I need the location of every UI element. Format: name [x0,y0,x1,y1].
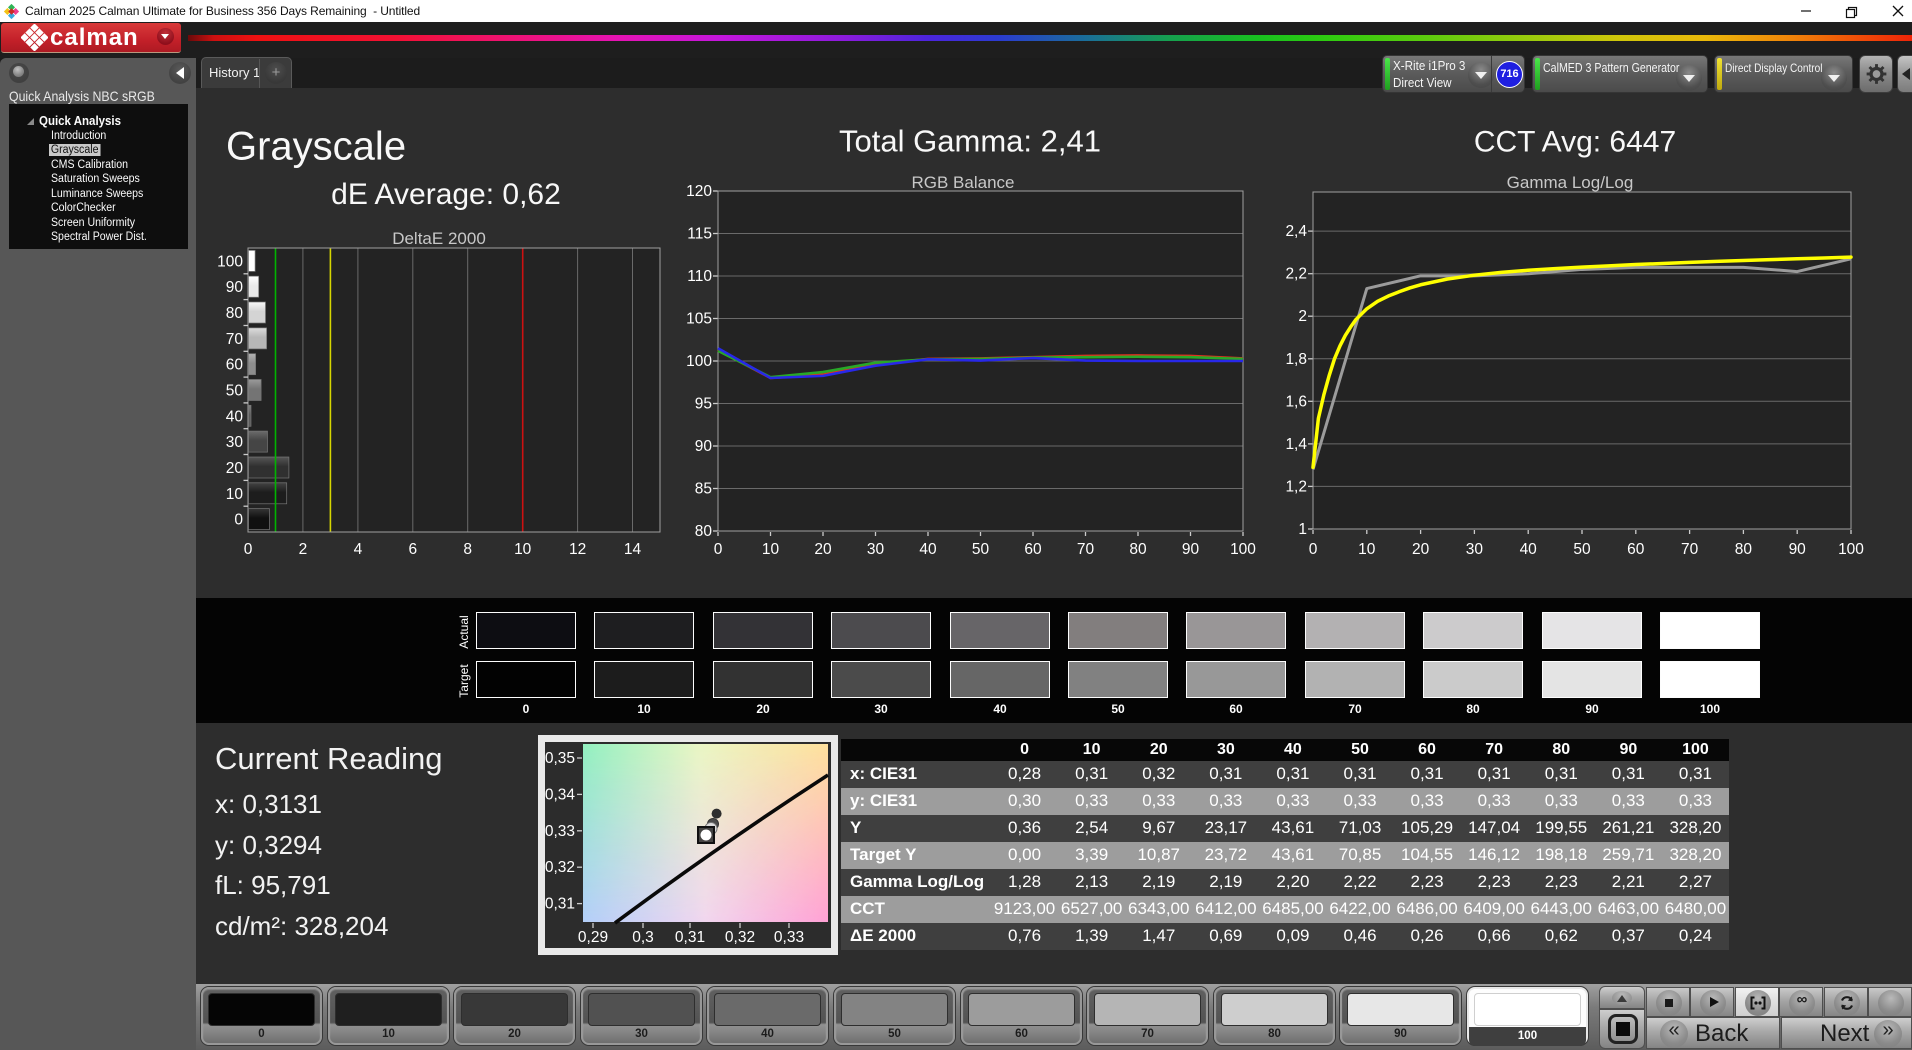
svg-text:100: 100 [1230,541,1256,558]
svg-text:RGB Balance: RGB Balance [912,173,1015,192]
svg-text:40: 40 [226,408,244,425]
svg-text:50: 50 [1573,541,1591,558]
svg-text:8: 8 [463,541,472,558]
svg-text:20: 20 [1412,541,1430,558]
svg-text:30: 30 [867,541,885,558]
svg-text:10: 10 [1358,541,1376,558]
svg-text:0,29: 0,29 [578,929,608,946]
svg-text:1,4: 1,4 [1285,436,1307,453]
svg-text:100: 100 [217,253,243,270]
svg-text:14: 14 [624,541,642,558]
svg-text:80: 80 [226,305,244,322]
svg-text:10: 10 [762,541,780,558]
svg-text:115: 115 [687,226,712,243]
svg-text:6: 6 [408,541,417,558]
svg-text:1,6: 1,6 [1285,393,1307,410]
svg-text:0,33: 0,33 [774,929,804,946]
svg-text:0,31: 0,31 [675,929,705,946]
svg-text:100: 100 [1838,541,1864,558]
svg-text:4: 4 [354,541,363,558]
svg-text:0: 0 [714,541,723,558]
svg-text:20: 20 [814,541,832,558]
svg-text:60: 60 [226,357,244,374]
svg-text:0,32: 0,32 [725,929,755,946]
svg-text:30: 30 [1466,541,1484,558]
svg-text:95: 95 [695,396,712,413]
svg-text:1,8: 1,8 [1285,351,1307,368]
svg-text:40: 40 [919,541,937,558]
svg-text:Grayscale: Grayscale [226,125,406,169]
svg-text:110: 110 [687,268,712,285]
svg-text:85: 85 [695,481,712,498]
svg-text:0: 0 [244,541,253,558]
svg-text:100: 100 [686,353,712,370]
svg-text:2: 2 [299,541,308,558]
svg-text:10: 10 [226,486,244,503]
svg-text:80: 80 [695,523,713,540]
svg-text:80: 80 [1129,541,1147,558]
svg-text:0: 0 [234,512,243,529]
svg-text:90: 90 [1789,541,1807,558]
svg-text:0,33: 0,33 [545,823,575,840]
svg-text:Total Gamma: 2,41: Total Gamma: 2,41 [839,124,1101,159]
svg-text:70: 70 [1077,541,1095,558]
svg-text:Gamma Log/Log: Gamma Log/Log [1507,173,1634,192]
svg-text:0: 0 [1309,541,1318,558]
svg-text:0,34: 0,34 [545,786,575,803]
svg-text:60: 60 [1627,541,1645,558]
svg-text:20: 20 [226,460,244,477]
svg-text:2,4: 2,4 [1285,223,1307,240]
svg-text:DeltaE 2000: DeltaE 2000 [392,229,486,248]
svg-text:0,35: 0,35 [545,750,575,767]
svg-text:50: 50 [972,541,990,558]
svg-text:1: 1 [1298,521,1307,538]
svg-text:2,2: 2,2 [1285,266,1307,283]
svg-text:CCT Avg: 6447: CCT Avg: 6447 [1474,126,1676,159]
svg-text:40: 40 [1520,541,1538,558]
svg-text:12: 12 [569,541,586,558]
svg-text:120: 120 [686,183,712,200]
svg-text:1,2: 1,2 [1285,478,1307,495]
svg-text:0,3: 0,3 [632,929,654,946]
svg-text:2: 2 [1298,308,1307,325]
svg-text:80: 80 [1735,541,1753,558]
svg-text:30: 30 [226,434,244,451]
svg-text:0,32: 0,32 [545,859,575,876]
svg-text:dE Average: 0,62: dE Average: 0,62 [331,178,561,211]
svg-text:0,31: 0,31 [545,896,575,913]
svg-text:105: 105 [686,311,712,328]
svg-text:60: 60 [1024,541,1042,558]
svg-text:90: 90 [1182,541,1200,558]
svg-text:10: 10 [514,541,532,558]
svg-text:90: 90 [226,279,244,296]
svg-text:70: 70 [1681,541,1699,558]
svg-text:50: 50 [226,383,244,400]
svg-text:90: 90 [695,438,713,455]
svg-text:70: 70 [226,331,244,348]
